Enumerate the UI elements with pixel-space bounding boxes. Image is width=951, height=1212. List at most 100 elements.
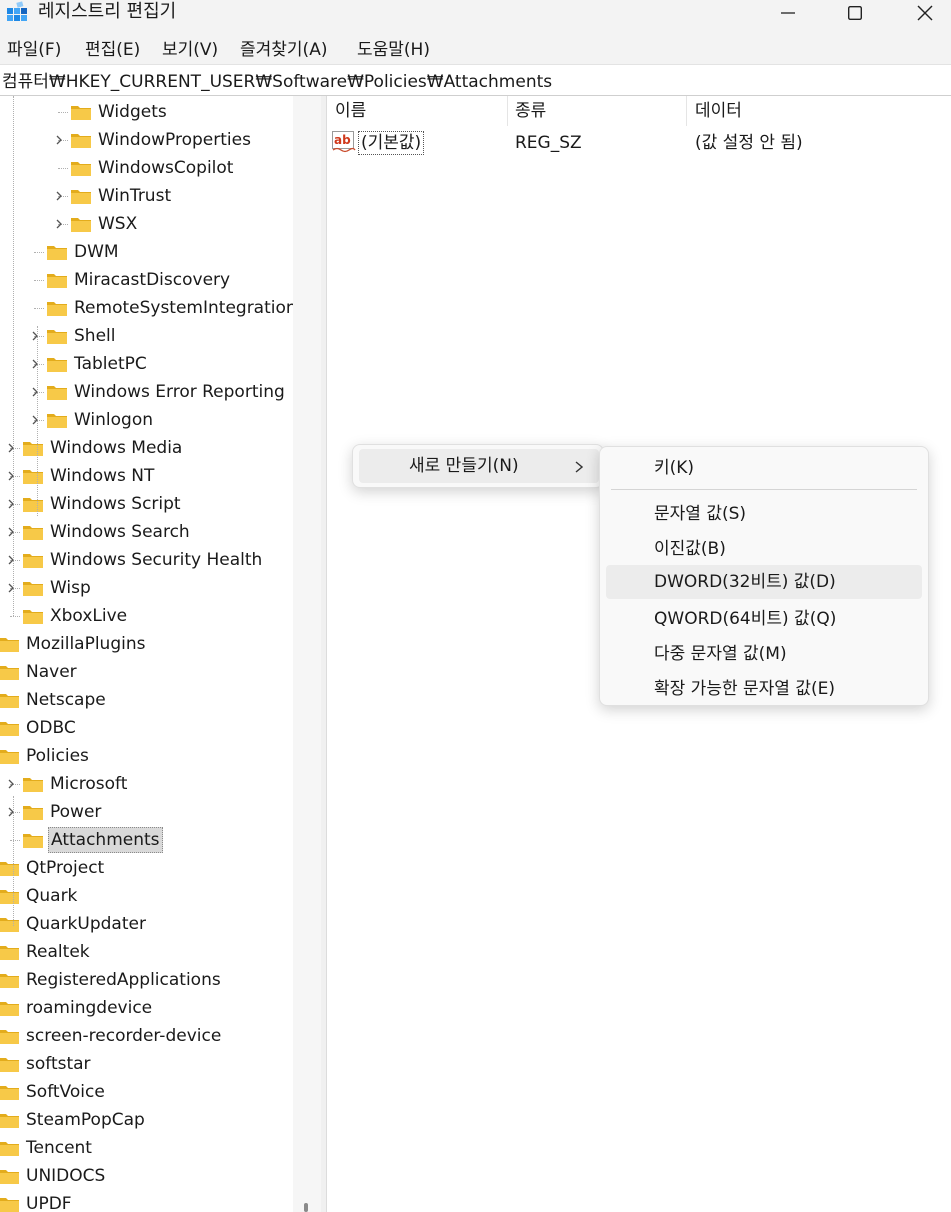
menu-file[interactable]: 파일(F) [7,39,61,61]
chevron-right-icon[interactable] [30,415,40,425]
folder-icon [47,274,67,288]
tree-item-label: UPDF [26,1194,72,1212]
chevron-right-icon[interactable] [54,219,64,229]
registry-editor-icon [7,1,27,21]
tree-item-label: Shell [74,326,116,346]
tree-item[interactable]: SteamPopCap [0,1106,147,1134]
tree-item[interactable]: Windows Security Health [22,546,264,574]
tree-item[interactable]: Windows Error Reporting [46,378,287,406]
tree-scrollbar[interactable] [293,96,321,1212]
tree-item[interactable]: QuarkUpdater [0,910,148,938]
menu-item-multi-string-value[interactable]: 다중 문자열 값(M) [606,637,922,671]
tree-scrollbar-thumb[interactable] [304,1203,308,1212]
column-separator[interactable] [507,96,508,126]
chevron-right-icon[interactable] [6,471,16,481]
tree-item[interactable]: DWM [46,238,121,266]
string-value-icon: ab [332,131,356,153]
tree-item[interactable]: MiracastDiscovery [46,266,232,294]
tree-connector [58,168,68,169]
tree-item[interactable]: Wisp [22,574,93,602]
column-header-type[interactable]: 종류 [515,100,546,126]
tree-item[interactable]: RemoteSystemIntegration [46,294,299,322]
tree-item[interactable]: WSX [70,210,139,238]
tree-item[interactable]: Winlogon [46,406,155,434]
close-icon [917,5,933,21]
tree-item[interactable]: Windows Script [22,490,183,518]
menu-edit[interactable]: 편집(E) [85,39,140,61]
chevron-right-icon[interactable] [6,499,16,509]
chevron-right-icon[interactable] [6,443,16,453]
chevron-right-icon[interactable] [30,331,40,341]
chevron-right-icon[interactable] [6,779,16,789]
menu-favorites[interactable]: 즐겨찾기(A) [240,39,327,61]
tree-item[interactable]: Power [22,798,103,826]
tree-item[interactable]: WindowsCopilot [70,154,235,182]
tree-item[interactable]: SoftVoice [0,1078,107,1106]
folder-icon [71,218,91,232]
menu-item-qword-value-label: QWORD(64비트) 값(Q) [654,609,837,629]
tree-item[interactable]: Naver [0,658,79,686]
tree-item[interactable]: Shell [46,322,117,350]
menu-item-key[interactable]: 키(K) [606,451,922,485]
menu-item-new[interactable]: 새로 만들기(N) [359,449,599,483]
menu-help[interactable]: 도움말(H) [357,39,430,61]
chevron-right-icon[interactable] [6,527,16,537]
tree-guide-line [37,326,38,516]
tree-item[interactable]: roamingdevice [0,994,154,1022]
tree-item-label: Quark [26,886,78,906]
minimize-button[interactable] [758,0,818,26]
tree-item[interactable]: WindowProperties [70,126,253,154]
chevron-right-icon[interactable] [54,135,64,145]
tree-item[interactable]: Microsoft [22,770,129,798]
chevron-right-icon[interactable] [30,359,40,369]
tree-item[interactable]: Realtek [0,938,92,966]
chevron-right-icon[interactable] [54,191,64,201]
tree-item[interactable]: Attachments [22,826,163,854]
folder-icon [0,918,19,932]
tree-item[interactable]: Windows Search [22,518,192,546]
tree-item[interactable]: MozillaPlugins [0,630,147,658]
tree-item[interactable]: RegisteredApplications [0,966,223,994]
tree-item[interactable]: UPDF [0,1190,74,1212]
menu-item-dword-value[interactable]: DWORD(32비트) 값(D) [606,565,922,599]
tree-item[interactable]: TabletPC [46,350,149,378]
folder-icon [23,498,43,512]
tree-item[interactable]: QtProject [0,854,106,882]
tree-item[interactable]: Tencent [0,1134,94,1162]
tree-item[interactable]: Policies [0,742,91,770]
chevron-right-icon[interactable] [30,387,40,397]
address-path[interactable]: 컴퓨터₩HKEY_CURRENT_USER₩Software₩Policies₩… [2,71,552,93]
close-button[interactable] [895,0,951,26]
tree-item[interactable]: ODBC [0,714,78,742]
chevron-right-icon[interactable] [6,807,16,817]
tree-item[interactable]: Widgets [70,98,169,126]
menu-item-binary-value[interactable]: 이진값(B) [606,532,922,566]
tree-item[interactable]: Windows Media [22,434,184,462]
value-name[interactable]: (기본값) [358,131,425,155]
tree-item[interactable]: screen-recorder-device [0,1022,223,1050]
column-separator[interactable] [686,96,687,126]
tree-item[interactable]: softstar [0,1050,93,1078]
menu-item-expandable-string-value[interactable]: 확장 가능한 문자열 값(E) [606,672,922,706]
folder-icon [0,1114,19,1128]
address-bar[interactable]: 컴퓨터₩HKEY_CURRENT_USER₩Software₩Policies₩… [0,64,951,96]
tree-item[interactable]: WinTrust [70,182,173,210]
registry-tree: Widgets WindowProperties WindowsCopilot Win… [0,96,321,1212]
tree-item[interactable]: Quark [0,882,79,910]
menu-item-string-value[interactable]: 문자열 값(S) [606,497,922,531]
tree-item[interactable]: Netscape [0,686,108,714]
chevron-right-icon[interactable] [6,583,16,593]
tree-item-label: Winlogon [74,410,154,430]
folder-icon [0,862,19,876]
maximize-button[interactable] [825,0,885,26]
menu-item-qword-value[interactable]: QWORD(64비트) 값(Q) [606,602,922,636]
tree-item[interactable]: UNIDOCS [0,1162,107,1190]
tree-item[interactable]: Windows NT [22,462,156,490]
column-header-name[interactable]: 이름 [335,100,366,126]
tree-item[interactable]: XboxLive [22,602,129,630]
chevron-right-icon[interactable] [6,555,16,565]
menu-view[interactable]: 보기(V) [162,39,218,61]
tree-item-label: ODBC [26,718,76,738]
tree-item-label: MiracastDiscovery [74,270,231,290]
column-header-data[interactable]: 데이터 [695,100,742,126]
